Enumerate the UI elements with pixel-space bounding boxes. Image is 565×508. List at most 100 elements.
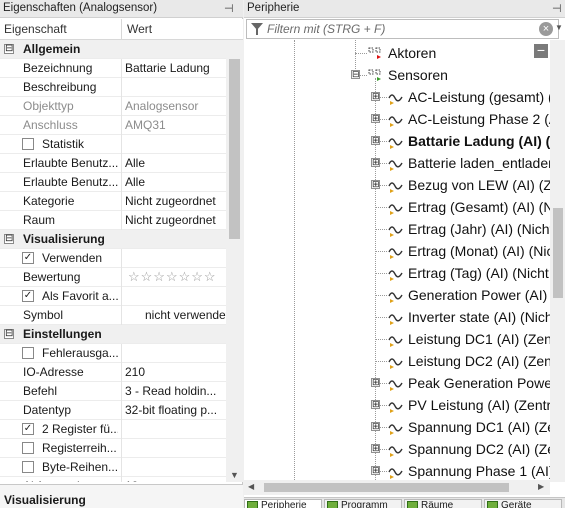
property-row[interactable]: Raum Nicht zugeordnet <box>0 211 226 230</box>
tree-sensor-node[interactable]: Inverter state (AI) (Nicht zugeordnet) <box>244 306 550 328</box>
checkbox[interactable]: ✓ <box>22 252 34 264</box>
pin-icon[interactable]: ⊣ <box>224 1 234 18</box>
property-row[interactable]: ✓ Verwenden <box>0 249 226 268</box>
tab-3[interactable]: Räume <box>404 499 482 508</box>
tree-expander-icon[interactable]: ⊞ <box>371 466 380 475</box>
property-row[interactable]: ✓ 2 Register fü... <box>0 420 226 439</box>
property-row[interactable]: Objekttyp Analogsensor <box>0 97 226 116</box>
property-row[interactable]: Symbol nicht verwendet <box>0 306 226 325</box>
tree-node-label[interactable]: Aktoren <box>388 45 436 61</box>
tree-sensor-node[interactable]: ⊞ Battarie Ladung (AI) (Nicht zugeordnet) <box>244 130 550 152</box>
collapse-icon[interactable]: ⊟ <box>4 44 14 54</box>
tree-node-label[interactable]: Inverter state (AI) (Nicht zugeordnet) <box>408 309 550 325</box>
scroll-down-icon[interactable]: ▼ <box>230 470 239 480</box>
tree-sensor-node[interactable]: ⊞ Spannung DC2 (AI) (Zentral) <box>244 438 550 460</box>
tree-node-label[interactable]: Spannung DC1 (AI) (Zentral) <box>408 419 550 435</box>
tree-sensor-node[interactable]: Leistung DC2 (AI) (Zentral) <box>244 350 550 372</box>
tree-node-label[interactable]: Generation Power (AI) (Zentral) <box>408 287 550 303</box>
tree-node-label[interactable]: Sensoren <box>388 67 448 83</box>
tree-node-label[interactable]: Bezug von LEW (AI) (Zentral) <box>408 177 550 193</box>
tree-node-label[interactable]: Ertrag (Gesamt) (AI) (Nicht zugeordnet) <box>408 199 550 215</box>
filter-input[interactable]: Filtern mit (STRG + F) × ▼ <box>246 19 563 39</box>
tree-node-label[interactable]: Leistung DC1 (AI) (Zentral) <box>408 331 550 347</box>
property-value[interactable]: Battarie Ladung <box>125 61 225 75</box>
tab-2[interactable]: Programm <box>324 499 402 508</box>
tree-sensor-node[interactable]: Leistung DC1 (AI) (Zentral) <box>244 328 550 350</box>
properties-scrollbar[interactable]: ▼ <box>226 40 243 482</box>
property-value[interactable]: 10 <box>125 479 225 482</box>
property-value[interactable]: 32-bit floating p... <box>125 403 225 417</box>
property-row[interactable]: Bewertung ☆☆☆☆☆☆☆ <box>0 268 226 287</box>
tree-sensor-node[interactable]: ⊞ Spannung DC1 (AI) (Zentral) <box>244 416 550 438</box>
collapse-icon[interactable]: ⊟ <box>4 234 14 244</box>
property-row[interactable]: Fehlerausga... <box>0 344 226 363</box>
column-property-header[interactable]: Eigenschaft <box>4 22 67 36</box>
tree-expander-icon[interactable]: ⊞ <box>371 422 380 431</box>
checkbox[interactable] <box>22 138 34 150</box>
property-category[interactable]: ⊟ Einstellungen <box>0 325 226 344</box>
scrollbar-thumb[interactable] <box>264 483 509 492</box>
tab-1[interactable]: Peripherie <box>244 499 322 508</box>
tree-node-label[interactable]: AC-Leistung Phase 2 (AI) (Nicht zugeordn… <box>408 111 550 127</box>
checkbox[interactable] <box>22 347 34 359</box>
tab-4[interactable]: Geräte <box>484 499 562 508</box>
tree-node-label[interactable]: Leistung DC2 (AI) (Zentral) <box>408 353 550 369</box>
property-row[interactable]: Beschreibung <box>0 78 226 97</box>
tree-node-label[interactable]: Ertrag (Jahr) (AI) (Nicht zugeordnet) <box>408 221 550 237</box>
property-value[interactable]: Alle <box>125 156 225 170</box>
property-row[interactable]: Abfrageschu... 10 <box>0 477 226 482</box>
tree-sensor-node[interactable]: Ertrag (Tag) (AI) (Nicht zugeordnet) <box>244 262 550 284</box>
tree-sensor-node[interactable]: ⊞ Spannung Phase 1 (AI) (Zentral) <box>244 460 550 480</box>
tree-expander-icon[interactable]: ⊞ <box>371 114 380 123</box>
tree-sensor-node[interactable]: ⊞ AC-Leistung (gesamt) (AI) (Nicht zugeor… <box>244 86 550 108</box>
collapse-icon[interactable]: ⊟ <box>4 329 14 339</box>
tree-sensor-node[interactable]: ⊞ PV Leistung (AI) (Zentral) <box>244 394 550 416</box>
tree-sensor-node[interactable]: Ertrag (Monat) (AI) (Nicht zugeordnet) <box>244 240 550 262</box>
tree-expander-icon[interactable]: ⊞ <box>371 180 380 189</box>
column-value-header[interactable]: Wert <box>127 22 152 36</box>
property-value[interactable]: Alle <box>125 175 225 189</box>
property-value[interactable]: nicht verwendet <box>145 308 226 322</box>
property-row[interactable]: Byte-Reihen... <box>0 458 226 477</box>
property-value[interactable]: Nicht zugeordnet <box>125 194 225 208</box>
tree-expander-icon[interactable]: ⊞ <box>371 136 380 145</box>
tree-expander-icon[interactable]: ⊞ <box>371 92 380 101</box>
scrollbar-thumb[interactable] <box>229 59 240 239</box>
tree-node-label[interactable]: Peak Generation Power (AI) (Zentral) <box>408 375 550 391</box>
checkbox[interactable] <box>22 461 34 473</box>
tree-sensor-node[interactable]: Ertrag (Gesamt) (AI) (Nicht zugeordnet) <box>244 196 550 218</box>
tree-node-label[interactable]: Batterie laden_entladen (AI) (Nicht zuge… <box>408 155 550 171</box>
property-row[interactable]: Erlaubte Benutz... Alle <box>0 154 226 173</box>
tree-sensor-node[interactable]: Ertrag (Jahr) (AI) (Nicht zugeordnet) <box>244 218 550 240</box>
property-row[interactable]: Anschluss AMQ31 <box>0 116 226 135</box>
tree-vertical-scrollbar[interactable] <box>550 40 565 482</box>
tree-node-label[interactable]: Ertrag (Tag) (AI) (Nicht zugeordnet) <box>408 265 550 281</box>
tree-node-label[interactable]: Ertrag (Monat) (AI) (Nicht zugeordnet) <box>408 243 550 259</box>
property-row[interactable]: Befehl 3 - Read holdin... <box>0 382 226 401</box>
property-row[interactable]: ✓ Als Favorit a... <box>0 287 226 306</box>
property-row[interactable]: Kategorie Nicht zugeordnet <box>0 192 226 211</box>
tree-folder-node[interactable]: Aktoren <box>244 42 550 64</box>
tree-sensor-node[interactable]: ⊞ Peak Generation Power (AI) (Zentral) <box>244 372 550 394</box>
scroll-right-icon[interactable]: ▶ <box>538 482 544 491</box>
tree-node-label[interactable]: Battarie Ladung (AI) (Nicht zugeordnet) <box>408 133 550 149</box>
property-row[interactable]: Datentyp 32-bit floating p... <box>0 401 226 420</box>
checkbox[interactable] <box>22 442 34 454</box>
tree-node-label[interactable]: Spannung Phase 1 (AI) (Zentral) <box>408 463 550 479</box>
tree-node-label[interactable]: Spannung DC2 (AI) (Zentral) <box>408 441 550 457</box>
rating-stars[interactable]: ☆☆☆☆☆☆☆ <box>128 269 217 285</box>
tree-folder-node[interactable]: ⊟ Sensoren <box>244 64 550 86</box>
tree-expander-icon[interactable]: ⊟ <box>351 70 360 79</box>
tree-expander-icon[interactable]: ⊞ <box>371 158 380 167</box>
property-value[interactable]: 210 <box>125 365 225 379</box>
scrollbar-thumb[interactable] <box>553 208 563 298</box>
tree-expander-icon[interactable]: ⊞ <box>371 400 380 409</box>
tree-sensor-node[interactable]: ⊞ Batterie laden_entladen (AI) (Nicht zug… <box>244 152 550 174</box>
property-row[interactable]: IO-Adresse 210 <box>0 363 226 382</box>
collapse-all-icon[interactable]: − <box>534 43 548 58</box>
property-row[interactable]: Registerreih... <box>0 439 226 458</box>
tree-expander-icon[interactable]: ⊞ <box>371 444 380 453</box>
property-value[interactable]: Nicht zugeordnet <box>125 213 225 227</box>
property-row[interactable]: Bezeichnung Battarie Ladung <box>0 59 226 78</box>
property-category[interactable]: ⊟ Visualisierung <box>0 230 226 249</box>
